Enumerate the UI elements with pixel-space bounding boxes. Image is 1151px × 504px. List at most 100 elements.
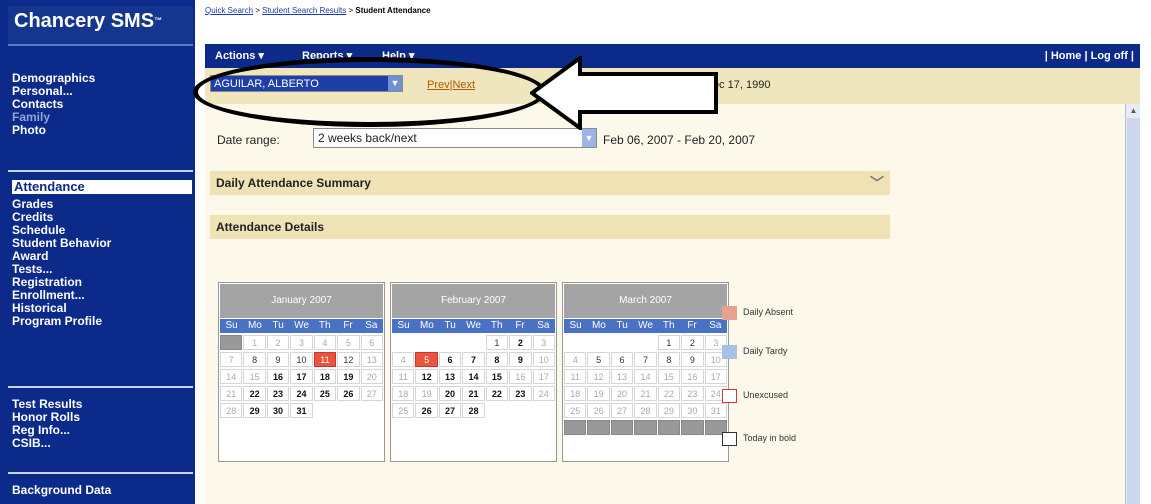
calendar-day[interactable]: 7 [462, 352, 485, 367]
calendar-day[interactable]: 8 [485, 352, 509, 367]
calendar-day[interactable]: 19 [587, 386, 610, 401]
calendar-day[interactable]: 10 [290, 352, 313, 367]
calendar-day[interactable]: 6 [438, 352, 462, 367]
calendar-day[interactable]: 5 [337, 335, 360, 350]
breadcrumb-search-results[interactable]: Student Search Results [262, 6, 346, 15]
calendar-day[interactable]: 2 [509, 335, 532, 350]
calendar-day[interactable]: 20 [610, 386, 634, 401]
calendar-day[interactable]: 18 [392, 386, 415, 401]
calendar-day[interactable]: 21 [634, 386, 657, 401]
calendar-day[interactable]: 1 [485, 335, 509, 350]
calendar-day[interactable]: 2 [681, 335, 704, 350]
calendar-day-absent[interactable]: 11 [313, 352, 337, 367]
calendar-day[interactable]: 23 [681, 386, 704, 401]
calendar-day[interactable]: 11 [564, 369, 587, 384]
calendar-day[interactable]: 4 [392, 352, 415, 367]
calendar-day[interactable]: 8 [243, 352, 266, 367]
calendar-day[interactable]: 15 [657, 369, 681, 384]
calendar-day[interactable]: 23 [266, 386, 290, 401]
calendar-day[interactable]: 15 [485, 369, 509, 384]
calendar-day[interactable]: 26 [415, 403, 438, 418]
calendar-day[interactable]: 19 [415, 386, 438, 401]
calendar-day[interactable]: 1 [657, 335, 681, 350]
calendar-day[interactable]: 29 [657, 403, 681, 418]
calendar-day[interactable]: 21 [462, 386, 485, 401]
sidebar-item-photo[interactable]: Photo [12, 124, 190, 137]
calendar-day[interactable]: 17 [532, 369, 555, 384]
calendar-day[interactable]: 27 [360, 386, 383, 401]
calendar-day[interactable]: 6 [360, 335, 383, 350]
calendar-day[interactable]: 15 [243, 369, 266, 384]
calendar-day[interactable]: 9 [266, 352, 290, 367]
calendar-day[interactable]: 25 [564, 403, 587, 418]
sidebar-item-attendance[interactable]: Attendance [12, 180, 192, 194]
calendar-day[interactable]: 27 [610, 403, 634, 418]
calendar-day[interactable]: 7 [220, 352, 243, 367]
scroll-up-icon[interactable]: ▲ [1127, 104, 1140, 118]
calendar-day[interactable]: 3 [290, 335, 313, 350]
calendar-day[interactable]: 13 [360, 352, 383, 367]
calendar-day[interactable]: 28 [220, 403, 243, 418]
calendar-day[interactable]: 11 [392, 369, 415, 384]
calendar-day[interactable]: 30 [681, 403, 704, 418]
calendar-day[interactable]: 9 [509, 352, 532, 367]
calendar-day[interactable]: 28 [462, 403, 485, 418]
calendar-day[interactable]: 25 [313, 386, 337, 401]
sidebar-item-csib[interactable]: CSIB... [12, 437, 190, 450]
calendar-day[interactable]: 18 [564, 386, 587, 401]
calendar-day[interactable]: 26 [337, 386, 360, 401]
calendar-day[interactable]: 10 [532, 352, 555, 367]
calendar-day[interactable]: 22 [485, 386, 509, 401]
section-daily-attendance-summary[interactable]: Daily Attendance Summary ﹀ [210, 171, 890, 195]
calendar-day[interactable]: 16 [509, 369, 532, 384]
calendar-day[interactable]: 14 [634, 369, 657, 384]
calendar-day[interactable]: 18 [313, 369, 337, 384]
calendar-day[interactable]: 31 [290, 403, 313, 418]
home-logoff-links[interactable]: | Home | Log off | [1045, 44, 1134, 68]
calendar-day[interactable]: 22 [243, 386, 266, 401]
calendar-day[interactable]: 19 [337, 369, 360, 384]
calendar-day[interactable]: 14 [462, 369, 485, 384]
chevron-down-icon[interactable]: ▼ [582, 129, 596, 147]
calendar-day[interactable]: 17 [704, 369, 727, 384]
calendar-day[interactable]: 13 [610, 369, 634, 384]
calendar-day[interactable]: 29 [243, 403, 266, 418]
calendar-day[interactable]: 28 [634, 403, 657, 418]
calendar-day[interactable]: 2 [266, 335, 290, 350]
calendar-day[interactable]: 31 [704, 403, 727, 418]
calendar-day[interactable]: 20 [438, 386, 462, 401]
calendar-day[interactable]: 20 [360, 369, 383, 384]
calendar-day[interactable]: 1 [243, 335, 266, 350]
date-range-select[interactable]: 2 weeks back/next ▼ [313, 128, 597, 148]
calendar-day[interactable]: 24 [532, 386, 555, 401]
calendar-day[interactable]: 6 [610, 352, 634, 367]
calendar-day[interactable]: 12 [415, 369, 438, 384]
calendar-day[interactable]: 24 [290, 386, 313, 401]
calendar-day[interactable]: 25 [392, 403, 415, 418]
calendar-day-absent[interactable]: 5 [415, 352, 438, 367]
calendar-day[interactable]: 27 [438, 403, 462, 418]
calendar-day[interactable]: 23 [509, 386, 532, 401]
calendar-day[interactable]: 4 [564, 352, 587, 367]
scrollbar-thumb[interactable] [1127, 104, 1140, 504]
calendar-day[interactable]: 12 [587, 369, 610, 384]
calendar-day[interactable]: 3 [532, 335, 555, 350]
calendar-day[interactable]: 5 [587, 352, 610, 367]
breadcrumb-quick-search[interactable]: Quick Search [205, 6, 253, 15]
sidebar-item-background-data[interactable]: Background Data [12, 484, 190, 497]
chevron-down-icon[interactable]: ﹀ [870, 171, 884, 195]
calendar-day[interactable]: 22 [657, 386, 681, 401]
calendar-day[interactable]: 21 [220, 386, 243, 401]
calendar-day[interactable]: 17 [290, 369, 313, 384]
calendar-day[interactable]: 26 [587, 403, 610, 418]
calendar-day[interactable]: 16 [266, 369, 290, 384]
calendar-day[interactable]: 14 [220, 369, 243, 384]
calendar-day[interactable]: 30 [266, 403, 290, 418]
calendar-day[interactable]: 9 [681, 352, 704, 367]
calendar-day[interactable]: 16 [681, 369, 704, 384]
calendar-day[interactable]: 4 [313, 335, 337, 350]
calendar-day[interactable]: 7 [634, 352, 657, 367]
calendar-day[interactable]: 8 [657, 352, 681, 367]
calendar-day[interactable]: 13 [438, 369, 462, 384]
sidebar-item-program-profile[interactable]: Program Profile [12, 315, 190, 328]
